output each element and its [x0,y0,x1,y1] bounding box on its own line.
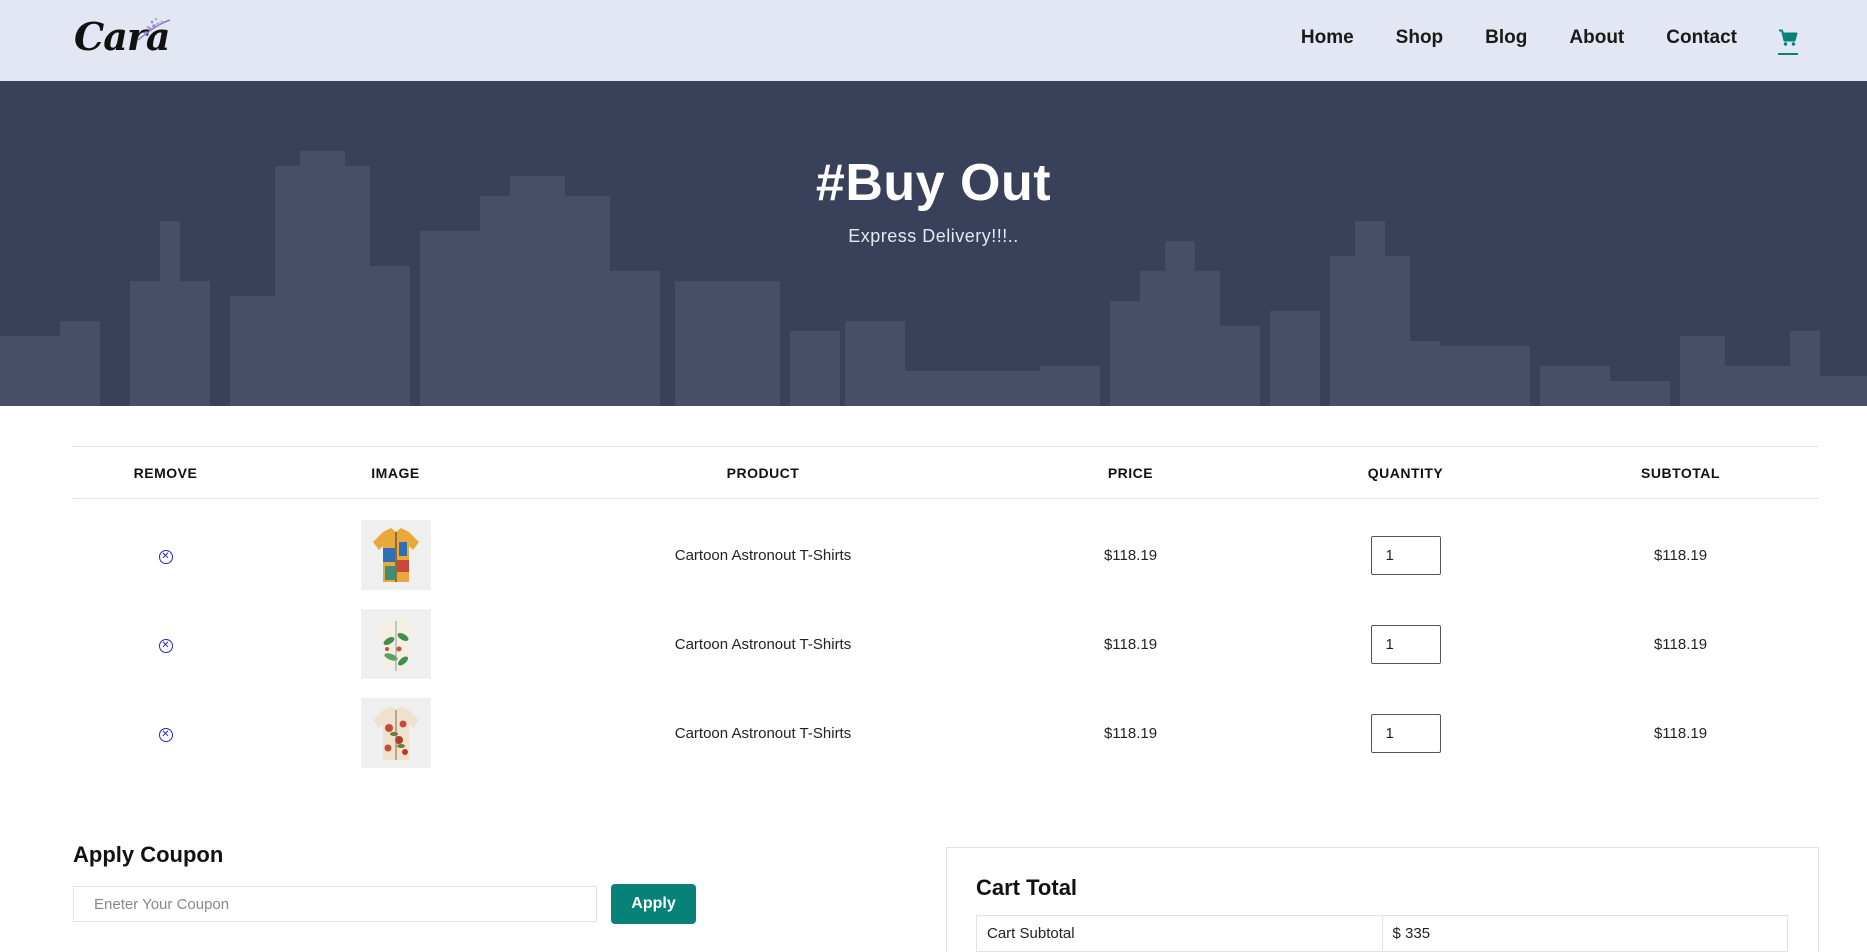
column-header-image: IMAGE [371,464,420,481]
lavender-sprig-icon [137,17,171,41]
hero-subtitle: Express Delivery!!!.. [848,226,1019,246]
quantity-input[interactable] [1370,535,1441,575]
main-nav: Home Shop Blog About Contact [1301,0,1867,76]
cart-total-table: Cart Subtotal $ 335 [976,915,1788,952]
cart-table: REMOVE IMAGE PRODUCT PRICE QUANTITY SUBT… [73,446,1818,778]
product-name[interactable]: Cartoon Astronout T-Shirts [533,689,993,778]
site-header: Cara Home Shop Blog About Contact [0,0,1867,81]
product-thumbnail[interactable] [360,520,431,591]
row-subtotal: $118.19 [1653,724,1708,742]
remove-circle-icon[interactable]: ✕ [158,728,173,742]
nav-item-contact[interactable]: Contact [1666,27,1737,49]
coupon-title: Apply Coupon [73,842,224,867]
column-header-quantity: QUANTITY [1367,464,1444,481]
nav-item-blog[interactable]: Blog [1485,27,1527,49]
cart-total-panel: Cart Total Cart Subtotal $ 335 [946,847,1819,952]
shirt-leaf-pattern-icon [372,617,419,671]
shopping-cart-icon [1779,29,1798,46]
nav-item-home[interactable]: Home [1301,27,1354,49]
product-price: $118.19 [1103,724,1158,742]
remove-circle-icon[interactable]: ✕ [158,639,173,653]
quantity-input[interactable] [1370,713,1441,753]
product-name[interactable]: Cartoon Astronout T-Shirts [533,499,993,600]
product-price: $118.19 [1103,546,1158,564]
image-cell [258,499,533,600]
shirt-floral-pattern-icon [372,706,419,760]
shirt-multicolor-pattern-icon [372,528,419,583]
cart-row: ✕ Cartoon Astronout T-Shirts $118.19 1 $… [73,689,1818,778]
brand-logo[interactable]: Cara [74,14,184,60]
quantity-input[interactable] [1370,624,1441,664]
column-header-subtotal: SUBTOTAL [1641,464,1720,481]
page-hero-banner: #Buy Out Express Delivery!!!.. [0,81,1867,406]
cart-total-title: Cart Total [976,875,1078,900]
remove-cell: ✕ [73,600,258,689]
apply-coupon-button[interactable]: Apply [611,884,696,924]
column-header-product: PRODUCT [726,464,800,481]
product-thumbnail[interactable] [360,609,431,679]
total-row: Cart Subtotal $ 335 [976,915,1788,952]
cart-table-header: REMOVE IMAGE PRODUCT PRICE QUANTITY SUBT… [73,446,1818,499]
cart-row: ✕ Cartoon Astronout T-Shirts $118.19 1 $… [73,600,1818,689]
nav-item-about[interactable]: About [1569,27,1624,49]
nav-item-shop[interactable]: Shop [1396,27,1444,49]
coupon-input[interactable] [73,886,597,922]
column-header-price: PRICE [1107,464,1154,481]
remove-circle-icon[interactable]: ✕ [158,550,173,565]
product-price: $118.19 [1103,635,1158,653]
hero-title: #Buy Out [815,154,1052,212]
quantity-cell [1268,689,1543,778]
remove-cell: ✕ [73,499,258,600]
image-cell [258,600,533,689]
column-header-remove: REMOVE [133,464,198,481]
cart-link[interactable] [1777,25,1799,55]
quantity-cell [1268,600,1543,689]
product-name[interactable]: Cartoon Astronout T-Shirts [533,600,993,689]
total-value: $ 335 [1381,915,1788,952]
remove-cell: ✕ [73,689,258,778]
product-thumbnail[interactable] [360,698,431,768]
row-subtotal: $118.19 [1653,546,1708,564]
row-subtotal: $118.19 [1653,635,1708,653]
image-cell [258,689,533,778]
quantity-cell [1268,499,1543,600]
total-label: Cart Subtotal [976,915,1383,952]
cart-row: ✕ Cartoon Astronout T-Shirts $118.19 1 $… [73,499,1818,600]
